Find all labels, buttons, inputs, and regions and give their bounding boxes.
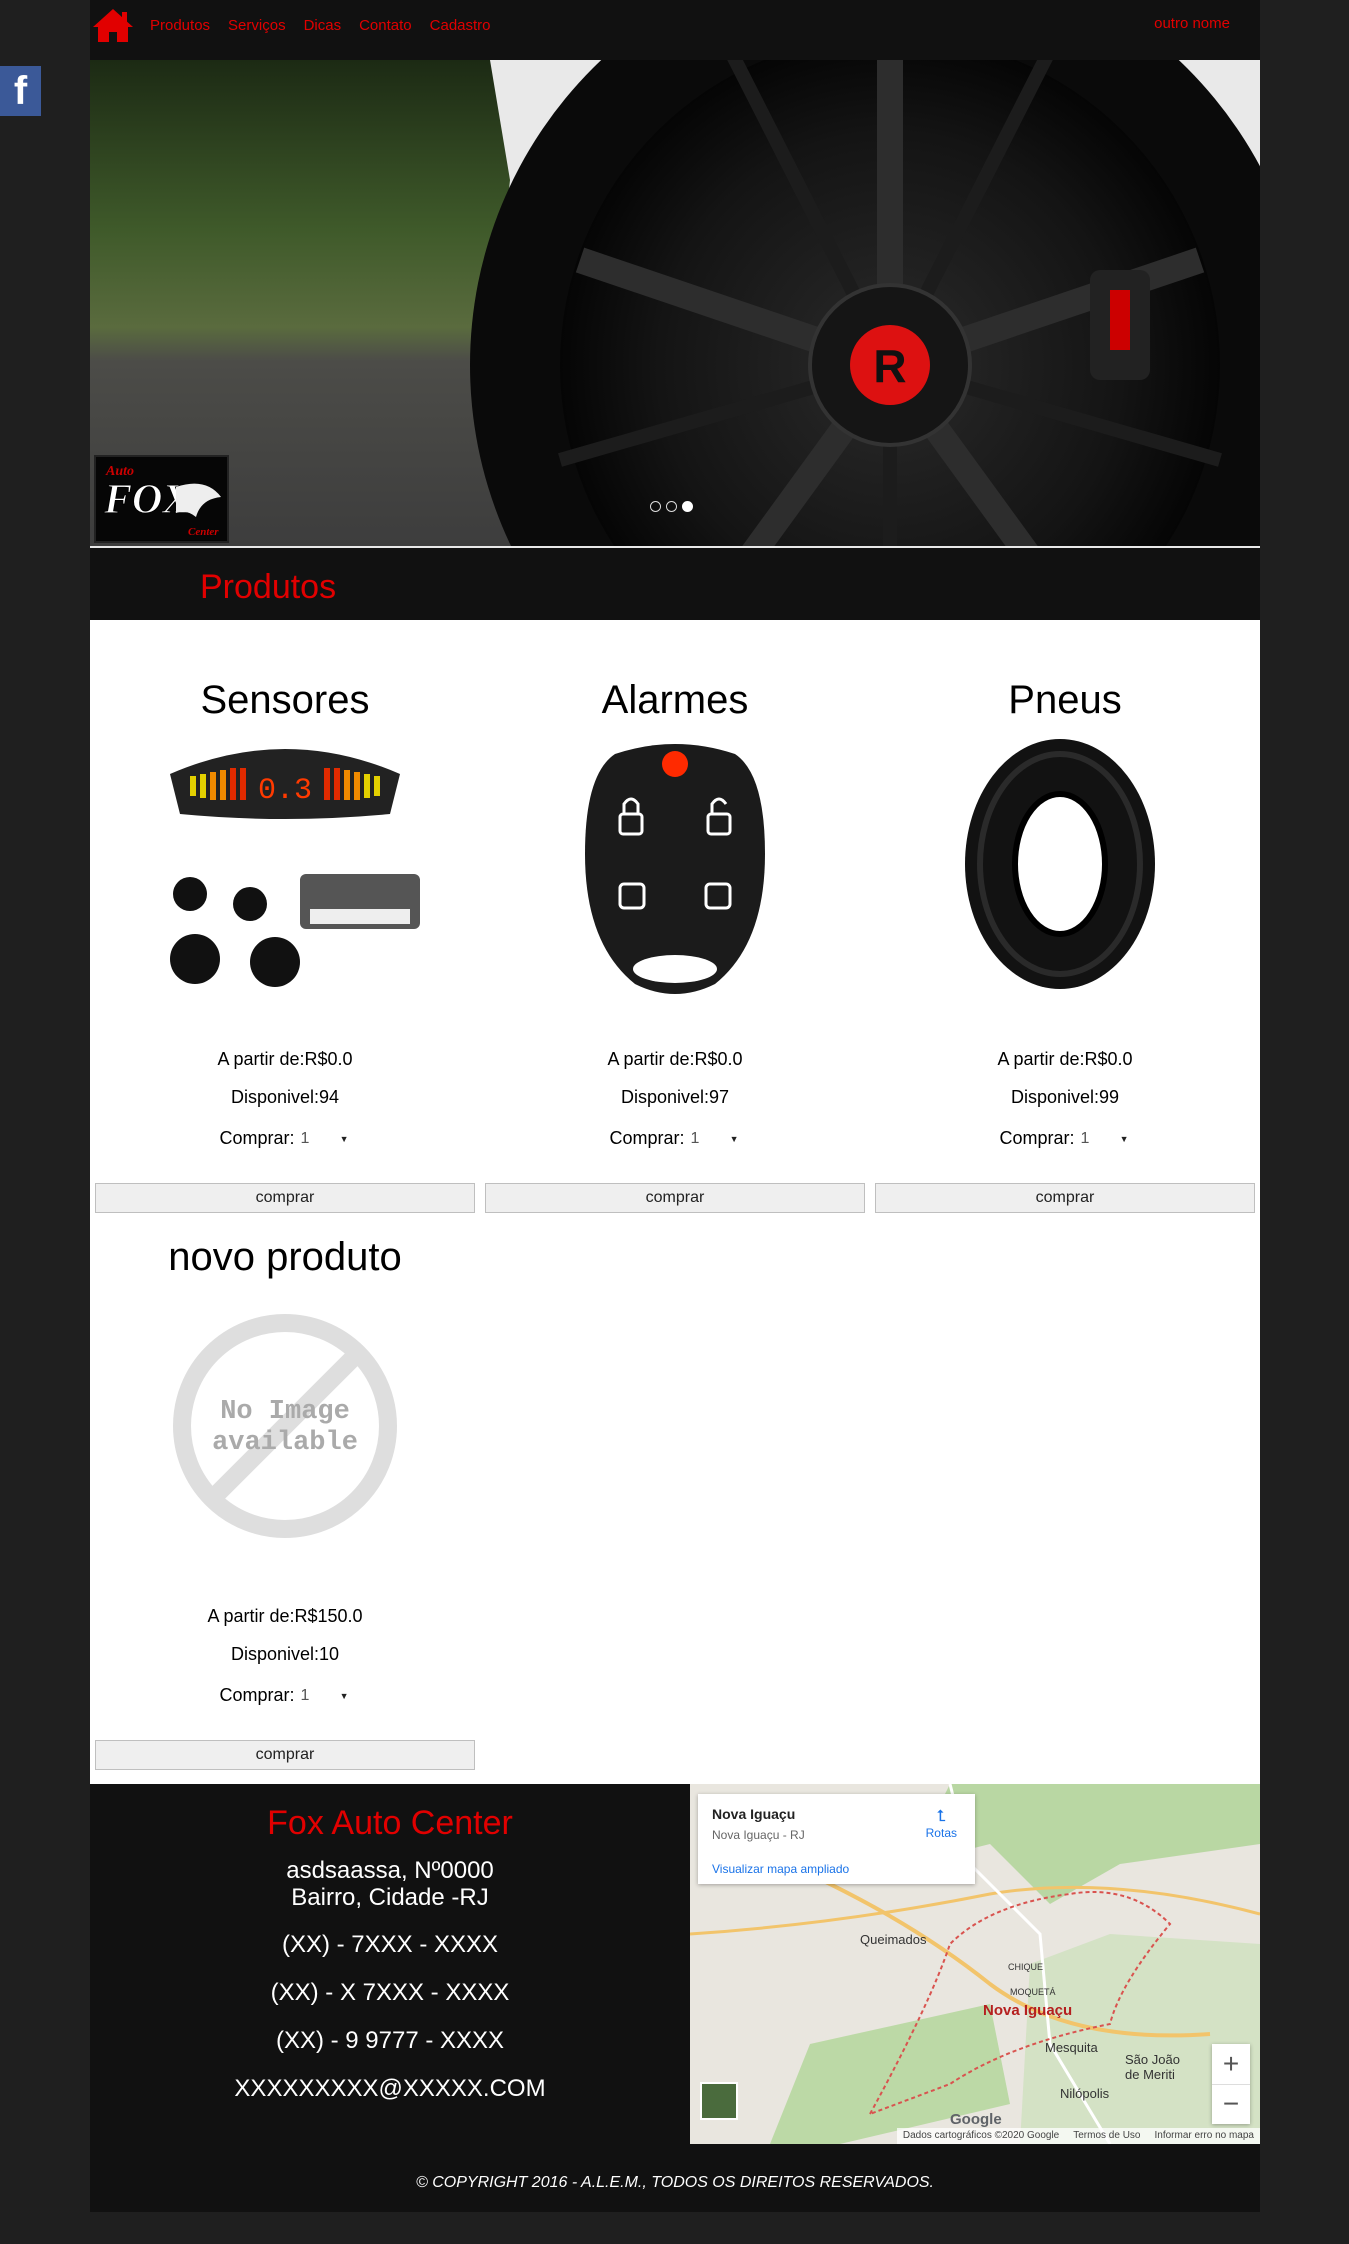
product-grid: Sensores 0.3 A partir de:R$0.0 Disponive…: [90, 620, 1260, 1784]
map-data-credit: Dados cartográficos ©2020 Google: [902, 2130, 1060, 2141]
facebook-button[interactable]: f: [0, 66, 41, 116]
contact-info: Fox Auto Center asdsaassa, Nº0000 Bairro…: [90, 1784, 690, 2103]
map-label-nilopolis: Nilópolis: [1060, 2086, 1110, 2101]
product-image-alarm: [525, 734, 825, 1004]
nav-contato[interactable]: Contato: [359, 17, 412, 34]
footer: Fox Auto Center asdsaassa, Nº0000 Bairro…: [90, 1784, 1260, 2212]
phone-1: (XX) - 7XXX - XXXX: [281, 1931, 499, 1958]
product-image-sensors: 0.3: [135, 734, 435, 1004]
fox-logo-graphic: Auto FOX Center: [103, 464, 221, 538]
product-image-tire: [915, 734, 1215, 1004]
buy-label: Comprar:: [219, 1685, 295, 1705]
google-logo: Google: [950, 2111, 1002, 2128]
quantity-select[interactable]: 1: [301, 1687, 351, 1705]
product-name: novo produto: [168, 1235, 402, 1279]
product-card: Sensores 0.3 A partir de:R$0.0 Disponive…: [90, 676, 480, 1213]
buy-row: Comprar: 1: [90, 1685, 480, 1706]
buy-button[interactable]: comprar: [485, 1183, 865, 1213]
carousel-dots: [650, 501, 693, 512]
svg-text:No Image: No Image: [220, 1397, 350, 1427]
nav-cadastro[interactable]: Cadastro: [430, 17, 491, 34]
product-name: Pneus: [1008, 678, 1122, 722]
product-card: novo produto No Image available A partir…: [90, 1233, 480, 1770]
section-header: Produtos: [90, 548, 1260, 620]
map-label-chique: CHIQUE: [1008, 1962, 1044, 1972]
svg-text:R: R: [873, 340, 906, 392]
section-title: Produtos: [200, 568, 337, 606]
map-label-sao-joao: São João de Meriti: [1125, 2052, 1180, 2082]
svg-text:0.3: 0.3: [258, 774, 312, 808]
map-place-title: Nova Iguaçu: [712, 1806, 796, 1822]
quantity-select[interactable]: 1: [301, 1130, 351, 1148]
home-icon: [93, 9, 133, 42]
product-price: A partir de:R$0.0: [997, 1049, 1133, 1069]
map-attribution: Dados cartográficos ©2020 Google Termos …: [896, 2128, 1260, 2144]
directions-icon: ⮤: [936, 1808, 947, 1825]
map-place-card: Nova Iguaçu Nova Iguaçu - RJ Visualizar …: [698, 1794, 975, 1884]
address: asdsaassa, Nº0000 Bairro, Cidade -RJ: [90, 1857, 690, 1911]
product-availability: Disponivel:94: [230, 1087, 340, 1107]
top-nav: Produtos Serviços Dicas Contato Cadastro…: [90, 0, 1260, 50]
buy-row: Comprar: 1: [480, 1128, 870, 1149]
hero-carousel[interactable]: R Auto FOX Center: [90, 60, 1260, 546]
carousel-dot-2[interactable]: [666, 501, 677, 512]
satellite-toggle[interactable]: [700, 2082, 738, 2120]
product-availability: Disponivel:99: [1010, 1087, 1120, 1107]
buy-label: Comprar:: [999, 1128, 1075, 1148]
product-price: A partir de:R$0.0: [217, 1049, 353, 1069]
buy-button[interactable]: comprar: [95, 1740, 475, 1770]
product-image-placeholder: No Image available: [135, 1291, 435, 1561]
nav-dicas[interactable]: Dicas: [304, 17, 342, 34]
address-line-1: asdsaassa, Nº0000: [286, 1857, 494, 1884]
address-line-2: Bairro, Cidade -RJ: [291, 1884, 489, 1911]
nav-produtos[interactable]: Produtos: [150, 17, 210, 34]
user-menu[interactable]: outro nome: [1154, 15, 1230, 32]
buy-label: Comprar:: [219, 1128, 295, 1148]
quantity-select[interactable]: 1: [1081, 1130, 1131, 1148]
map-terms-link[interactable]: Termos de Uso: [1073, 2130, 1140, 2142]
phone-3: (XX) - 9 9777 - XXXX: [275, 2027, 505, 2054]
product-name: Sensores: [200, 678, 370, 722]
map-report-link[interactable]: Informar erro no mapa: [1155, 2130, 1255, 2142]
product-price: A partir de:R$150.0: [207, 1606, 363, 1626]
email: XXXXXXXXX@XXXXX.COM: [234, 2075, 546, 2102]
embedded-map[interactable]: Queimados Mesquita São João de Meriti Ni…: [690, 1784, 1260, 2144]
buy-button[interactable]: comprar: [875, 1183, 1255, 1213]
zoom-controls: + −: [1212, 2044, 1250, 2124]
buy-row: Comprar: 1: [90, 1128, 480, 1149]
map-routes-button[interactable]: ⮤ Rotas: [926, 1808, 957, 1840]
map-place-subtitle: Nova Iguaçu - RJ: [712, 1828, 805, 1842]
product-card: Pneus A partir de:R$0.0 Disponivel:99 Co…: [870, 676, 1260, 1213]
carousel-dot-1[interactable]: [650, 501, 661, 512]
product-availability: Disponivel:97: [620, 1087, 730, 1107]
map-label-moqueta: MOQUETÁ: [1010, 1987, 1056, 1997]
buy-label: Comprar:: [609, 1128, 685, 1148]
map-city-label: Nova Iguaçu: [983, 2002, 1073, 2019]
hero-image-wheel: R: [90, 60, 1260, 546]
zoom-in-button[interactable]: +: [1212, 2044, 1250, 2084]
map-enlarge-link[interactable]: Visualizar mapa ampliado: [712, 1862, 961, 1876]
product-availability: Disponivel:10: [230, 1644, 340, 1664]
facebook-icon: f: [13, 69, 28, 113]
quantity-select[interactable]: 1: [691, 1130, 741, 1148]
map-label-mesquita: Mesquita: [1045, 2040, 1098, 2055]
carousel-dot-3[interactable]: [682, 501, 693, 512]
product-card: Alarmes A partir de:R$0.0 Disponivel:97: [480, 676, 870, 1213]
nav-servicos[interactable]: Serviços: [228, 17, 286, 34]
home-button[interactable]: [90, 6, 136, 44]
map-label-queimados: Queimados: [860, 1932, 927, 1947]
svg-text:available: available: [212, 1428, 358, 1458]
buy-row: Comprar: 1: [870, 1128, 1260, 1149]
buy-button[interactable]: comprar: [95, 1183, 475, 1213]
fox-logo: Auto FOX Center: [94, 455, 229, 543]
page-container: Produtos Serviços Dicas Contato Cadastro…: [90, 0, 1260, 2212]
svg-text:Center: Center: [188, 526, 219, 538]
company-name: Fox Auto Center: [267, 1804, 513, 1842]
product-name: Alarmes: [601, 678, 749, 722]
zoom-out-button[interactable]: −: [1212, 2083, 1250, 2125]
copyright: © COPYRIGHT 2016 - A.L.E.M., TODOS OS DI…: [416, 2174, 934, 2191]
map-routes-label: Rotas: [925, 1826, 957, 1840]
product-price: A partir de:R$0.0: [607, 1049, 743, 1069]
phone-2: (XX) - X 7XXX - XXXX: [270, 1979, 510, 2006]
